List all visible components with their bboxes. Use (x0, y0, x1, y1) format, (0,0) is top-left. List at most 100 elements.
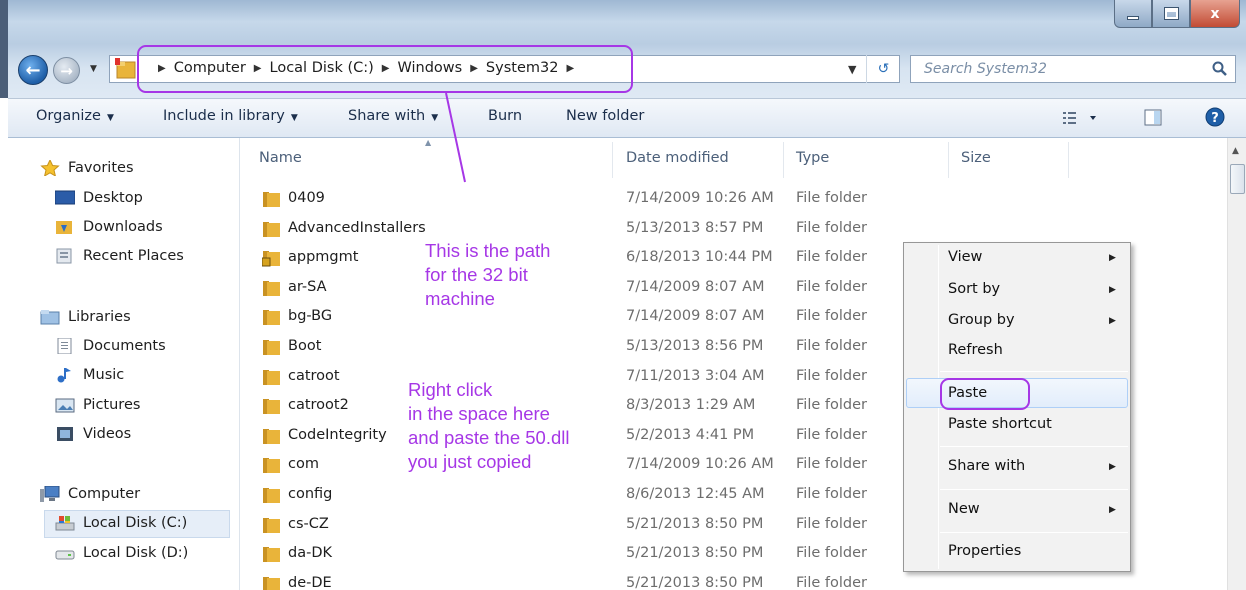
nav-music-label: Music (83, 367, 125, 383)
nav-local-disk-c[interactable]: Local Disk (C:) (55, 515, 187, 531)
file-row-type[interactable]: File folder (796, 397, 867, 413)
menu-item-share-with[interactable]: Share with (948, 458, 1025, 474)
file-row-name[interactable]: ar-SA (288, 279, 327, 295)
view-options-icon[interactable] (1062, 110, 1100, 126)
nav-documents[interactable]: Documents (55, 338, 166, 354)
file-row-name[interactable]: da-DK (288, 545, 332, 561)
file-row-date[interactable]: 8/6/2013 12:45 AM (626, 486, 765, 502)
file-row-date[interactable]: 5/21/2013 8:50 PM (626, 516, 763, 532)
file-row-date[interactable]: 6/18/2013 10:44 PM (626, 249, 773, 265)
file-row-date[interactable]: 7/14/2009 10:26 AM (626, 456, 774, 472)
file-row-name[interactable]: de-DE (288, 575, 332, 590)
file-row-name[interactable]: cs-CZ (288, 516, 329, 532)
file-row-type[interactable]: File folder (796, 249, 867, 265)
back-button[interactable]: ← (18, 55, 48, 85)
menu-item-new[interactable]: New (948, 501, 980, 517)
file-row-name[interactable]: config (288, 486, 332, 502)
nav-downloads[interactable]: Downloads (55, 219, 163, 235)
file-row-date[interactable]: 8/3/2013 1:29 AM (626, 397, 755, 413)
path-note-line: for the 32 bit (425, 264, 528, 285)
file-row-type[interactable]: File folder (796, 575, 867, 590)
folder-icon (263, 192, 280, 207)
column-header-name[interactable]: Name (259, 150, 302, 166)
file-row-date[interactable]: 7/11/2013 3:04 AM (626, 368, 765, 384)
file-row-type[interactable]: File folder (796, 338, 867, 354)
address-history-dropdown[interactable]: ▼ (848, 63, 856, 76)
forward-arrow-icon: → (60, 61, 73, 80)
file-row-name[interactable]: appmgmt (288, 249, 358, 265)
menu-item-group-by[interactable]: Group by (948, 312, 1015, 328)
column-divider[interactable] (1068, 142, 1069, 178)
preview-pane-icon[interactable] (1144, 109, 1162, 126)
include-in-library-button[interactable]: Include in library ▼ (163, 108, 298, 124)
nav-favorites[interactable]: Favorites (40, 160, 134, 176)
file-row-type[interactable]: File folder (796, 190, 867, 206)
file-row-type[interactable]: File folder (796, 486, 867, 502)
search-icon[interactable] (1212, 61, 1228, 77)
new-folder-button[interactable]: New folder (566, 108, 644, 124)
file-row-type[interactable]: File folder (796, 220, 867, 236)
file-row-type[interactable]: File folder (796, 516, 867, 532)
file-row-type[interactable]: File folder (796, 456, 867, 472)
maximize-button[interactable] (1152, 0, 1190, 28)
nav-desktop[interactable]: Desktop (55, 190, 143, 206)
forward-button[interactable]: → (53, 57, 80, 84)
scroll-thumb[interactable] (1230, 164, 1245, 194)
help-icon[interactable]: ? (1205, 107, 1225, 127)
paste-note-line: in the space here (408, 403, 550, 424)
menu-item-sort-by[interactable]: Sort by (948, 281, 1000, 297)
file-row-date[interactable]: 5/21/2013 8:50 PM (626, 575, 763, 590)
music-icon (57, 368, 71, 383)
burn-button[interactable]: Burn (488, 108, 522, 124)
file-row-date[interactable]: 7/14/2009 8:07 AM (626, 279, 765, 295)
file-row-name[interactable]: catroot2 (288, 397, 349, 413)
refresh-button[interactable]: ↺ (866, 55, 900, 83)
file-row-name[interactable]: bg-BG (288, 308, 332, 324)
file-row-date[interactable]: 5/21/2013 8:50 PM (626, 545, 763, 561)
menu-item-paste-shortcut[interactable]: Paste shortcut (948, 416, 1052, 432)
menu-item-view[interactable]: View (948, 249, 982, 265)
nav-local-disk-d[interactable]: Local Disk (D:) (55, 545, 188, 561)
column-divider[interactable] (948, 142, 949, 178)
file-row-type[interactable]: File folder (796, 368, 867, 384)
drive-icon (55, 550, 75, 560)
file-row-name[interactable]: catroot (288, 368, 340, 384)
nav-computer[interactable]: Computer (40, 486, 140, 502)
close-button[interactable]: x (1190, 0, 1240, 28)
file-row-type[interactable]: File folder (796, 545, 867, 561)
file-row-name[interactable]: AdvancedInstallers (288, 220, 426, 236)
scroll-up-icon[interactable]: ▲ (1232, 146, 1239, 156)
file-row-name[interactable]: CodeIntegrity (288, 427, 387, 443)
share-with-button[interactable]: Share with ▼ (348, 108, 438, 124)
nav-videos[interactable]: Videos (55, 426, 131, 442)
file-row-type[interactable]: File folder (796, 427, 867, 443)
file-row-type[interactable]: File folder (796, 308, 867, 324)
folder-icon (263, 458, 280, 473)
nav-pictures[interactable]: Pictures (55, 397, 140, 413)
file-row-date[interactable]: 5/13/2013 8:56 PM (626, 338, 763, 354)
nav-libraries[interactable]: Libraries (40, 309, 131, 325)
file-row-name[interactable]: 0409 (288, 190, 325, 206)
organize-button[interactable]: Organize ▼ (36, 108, 114, 124)
nav-recent-places[interactable]: Recent Places (55, 248, 184, 264)
file-row-date[interactable]: 5/2/2013 4:41 PM (626, 427, 754, 443)
file-row-name[interactable]: Boot (288, 338, 321, 354)
file-row-date[interactable]: 7/14/2009 8:07 AM (626, 308, 765, 324)
close-icon: x (1210, 5, 1220, 22)
column-divider[interactable] (612, 142, 613, 178)
menu-item-refresh[interactable]: Refresh (948, 342, 1003, 358)
column-header-date-modified[interactable]: Date modified (626, 150, 729, 166)
column-header-type[interactable]: Type (796, 150, 829, 166)
vertical-scrollbar[interactable]: ▲ (1227, 138, 1246, 590)
file-row-date[interactable]: 7/14/2009 10:26 AM (626, 190, 774, 206)
menu-item-properties[interactable]: Properties (948, 543, 1021, 559)
file-row-date[interactable]: 5/13/2013 8:57 PM (626, 220, 763, 236)
file-row-type[interactable]: File folder (796, 279, 867, 295)
nav-music[interactable]: Music (55, 367, 124, 383)
file-row-name[interactable]: com (288, 456, 319, 472)
recent-pages-dropdown[interactable]: ▼ (90, 64, 97, 74)
minimize-button[interactable] (1114, 0, 1152, 28)
nav-desktop-label: Desktop (83, 190, 143, 206)
column-divider[interactable] (783, 142, 784, 178)
column-header-size[interactable]: Size (961, 150, 991, 166)
